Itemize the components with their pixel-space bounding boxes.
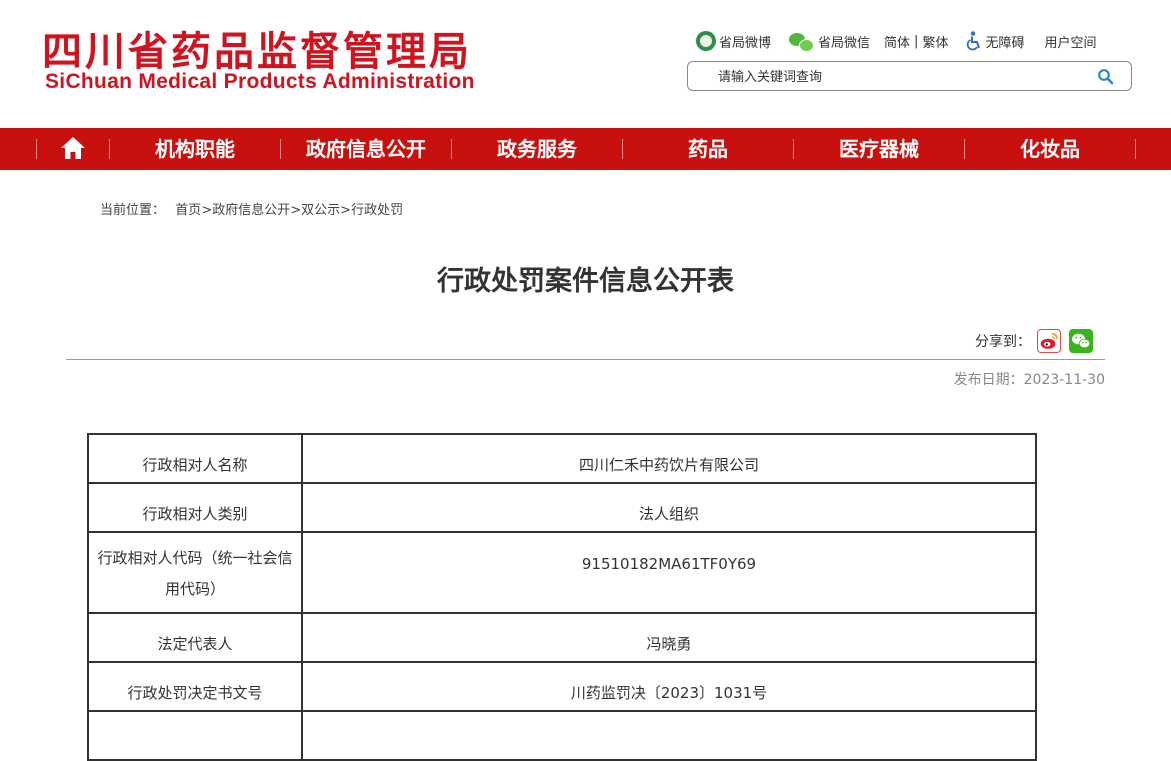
nav-divider [1135, 139, 1136, 159]
table-row: 行政相对人代码（统一社会信用代码） 91510182MA61TF0Y69 [87, 531, 1037, 614]
nav-divider [36, 139, 37, 159]
top-links: 省局微博 省局微信 简体 | 繁体 无障碍 用户空间 [696, 30, 1096, 52]
table-key-cell [87, 710, 303, 761]
search-icon[interactable] [1097, 68, 1115, 86]
breadcrumb-home[interactable]: 首页 [175, 203, 201, 218]
table-row [87, 710, 1037, 761]
traditional-chinese-link[interactable]: 繁体 [922, 32, 948, 51]
breadcrumb-label: 当前位置： [100, 203, 166, 218]
search-box [687, 61, 1132, 91]
nav-item-drugs[interactable]: 药品 [623, 128, 793, 170]
accessibility-link-label: 无障碍 [985, 35, 1025, 51]
accessibility-icon [967, 31, 981, 51]
wechat-icon [789, 31, 815, 52]
home-icon[interactable] [59, 135, 87, 161]
table-key-cell: 行政相对人代码（统一社会信用代码） [87, 531, 303, 614]
breadcrumb-separator: > [340, 203, 352, 218]
language-divider: | [914, 33, 919, 49]
simplified-chinese-link[interactable]: 简体 [884, 32, 910, 51]
breadcrumb: 当前位置： 首页>政府信息公开>双公示>行政处罚 [100, 199, 403, 218]
table-value-cell: 法人组织 [301, 482, 1037, 533]
table-value-cell: 冯晓勇 [301, 612, 1037, 663]
nav-item-medical-devices[interactable]: 医疗器械 [794, 128, 964, 170]
breadcrumb-admin-penalty[interactable]: 行政处罚 [351, 203, 403, 218]
accessibility-link[interactable]: 无障碍 [966, 31, 1024, 51]
table-value-cell: 川药监罚决〔2023〕1031号 [301, 661, 1037, 712]
weibo-link-label: 省局微博 [719, 35, 772, 51]
table-key-cell: 行政相对人类别 [87, 482, 303, 533]
search-input[interactable] [716, 67, 1080, 87]
nav-item-gov-service[interactable]: 政务服务 [452, 128, 622, 170]
breadcrumb-separator: > [290, 203, 302, 218]
weibo-link[interactable]: 省局微博 [696, 31, 771, 51]
nav-item-institution[interactable]: 机构职能 [110, 128, 280, 170]
table-key-cell: 行政处罚决定书文号 [87, 661, 303, 712]
table-row: 行政处罚决定书文号 川药监罚决〔2023〕1031号 [87, 661, 1037, 712]
share-wechat-icon[interactable] [1069, 329, 1093, 353]
share-label: 分享到： [975, 334, 1031, 350]
nav-item-cosmetics[interactable]: 化妆品 [965, 128, 1135, 170]
table-value-cell: 91510182MA61TF0Y69 [301, 531, 1037, 614]
breadcrumb-gov-info[interactable]: 政府信息公开 [212, 203, 290, 218]
wechat-link-label: 省局微信 [818, 35, 871, 51]
share-weibo-icon[interactable] [1037, 329, 1061, 353]
table-key-cell: 行政相对人名称 [87, 433, 303, 484]
breadcrumb-separator: > [201, 203, 213, 218]
site-logo-english[interactable]: SiChuan Medical Products Administration [45, 70, 475, 94]
page-title: 行政处罚案件信息公开表 [437, 266, 734, 297]
main-nav: 机构职能 政府信息公开 政务服务 药品 医疗器械 化妆品 [0, 128, 1171, 170]
table-value-cell [301, 710, 1037, 761]
table-value-cell: 四川仁禾中药饮片有限公司 [301, 433, 1037, 484]
wechat-link[interactable]: 省局微信 [789, 31, 871, 52]
site-header: 四川省药品监督管理局 SiChuan Medical Products Admi… [0, 0, 1171, 128]
table-row: 行政相对人名称 四川仁禾中药饮片有限公司 [87, 433, 1037, 484]
weibo-icon [696, 31, 716, 51]
table-row: 行政相对人类别 法人组织 [87, 482, 1037, 533]
user-space-link[interactable]: 用户空间 [1044, 32, 1096, 51]
table-key-cell: 法定代表人 [87, 612, 303, 663]
share-bar: 分享到： [975, 328, 1093, 354]
site-logo-chinese[interactable]: 四川省药品监督管理局 [42, 28, 472, 76]
title-divider [66, 359, 1105, 360]
nav-item-gov-info[interactable]: 政府信息公开 [281, 128, 451, 170]
penalty-info-table: 行政相对人名称 四川仁禾中药饮片有限公司 行政相对人类别 法人组织 行政相对人代… [87, 433, 1037, 761]
breadcrumb-double-publicity[interactable]: 双公示 [301, 203, 340, 218]
publish-date: 发布日期：2023-11-30 [953, 372, 1105, 388]
table-row: 法定代表人 冯晓勇 [87, 612, 1037, 663]
